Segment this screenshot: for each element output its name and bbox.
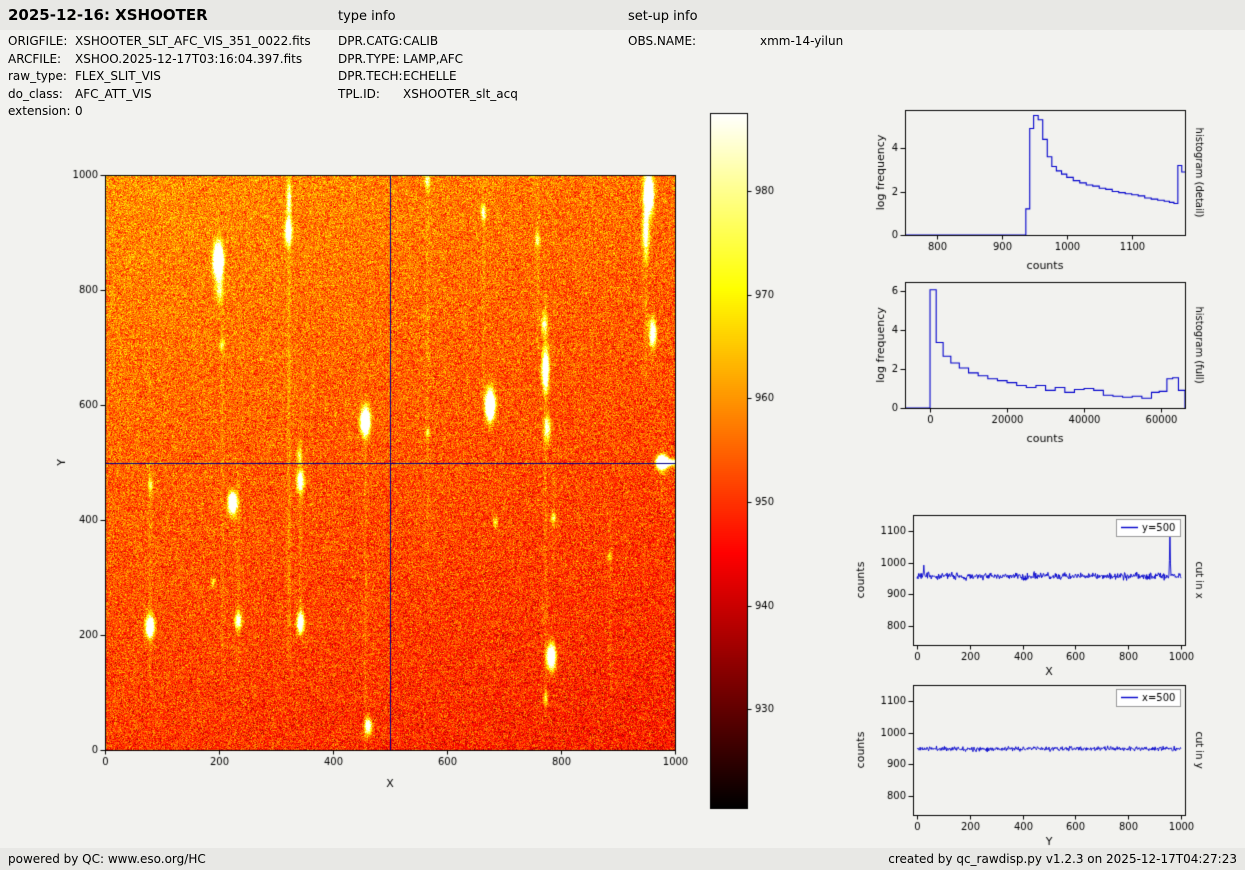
meta-row-obsname: OBS.NAME:xmm-14-yilun [628,33,843,51]
meta-label: DPR.TYPE: [338,51,403,69]
page-title: 2025-12-16: XSHOOTER [8,6,208,24]
meta-value: XSHOOTER_slt_acq [403,87,518,101]
setup-info-heading: set-up info [628,9,698,24]
meta-label: raw_type: [8,68,75,86]
colorbar [700,105,810,820]
meta-value: AFC_ATT_VIS [75,87,152,101]
footer-bar: powered by QC: www.eso.org/HC created by… [0,848,1245,870]
meta-value: 0 [75,104,83,118]
meta-value: XSHOO.2025-12-17T03:16:04.397.fits [75,52,302,66]
meta-value: xmm-14-yilun [760,34,843,48]
histogram-full-plot [845,265,1245,450]
meta-row-arcfile: ARCFILE:XSHOO.2025-12-17T03:16:04.397.fi… [8,51,311,69]
meta-label: ARCFILE: [8,51,75,69]
meta-value: LAMP,AFC [403,52,463,66]
meta-label: extension: [8,103,75,121]
meta-row-dprcatg: DPR.CATG:CALIB [338,33,518,51]
qc-report-page: 2025-12-16: XSHOOTER type info set-up in… [0,0,1245,870]
meta-label: TPL.ID: [338,86,403,104]
meta-label: do_class: [8,86,75,104]
meta-label: DPR.CATG: [338,33,403,51]
header-bar: 2025-12-16: XSHOOTER type info set-up in… [0,0,1245,30]
meta-row-doclass: do_class:AFC_ATT_VIS [8,86,311,104]
meta-label: ORIGFILE: [8,33,75,51]
cut-in-x-plot [845,495,1245,685]
raw-image-plot [45,150,705,800]
meta-row-extension: extension:0 [8,103,311,121]
meta-value: ECHELLE [403,69,457,83]
histogram-detail-plot [845,95,1245,275]
type-info-block: DPR.CATG:CALIB DPR.TYPE:LAMP,AFC DPR.TEC… [338,33,518,103]
file-info-block: ORIGFILE:XSHOOTER_SLT_AFC_VIS_351_0022.f… [8,33,311,121]
meta-row-rawtype: raw_type:FLEX_SLIT_VIS [8,68,311,86]
meta-value: FLEX_SLIT_VIS [75,69,161,83]
meta-row-tplid: TPL.ID:XSHOOTER_slt_acq [338,86,518,104]
meta-value: CALIB [403,34,438,48]
setup-info-block: OBS.NAME:xmm-14-yilun [628,33,843,51]
meta-row-dprtype: DPR.TYPE:LAMP,AFC [338,51,518,69]
footer-right-text: created by qc_rawdisp.py v1.2.3 on 2025-… [888,852,1237,866]
meta-row-origfile: ORIGFILE:XSHOOTER_SLT_AFC_VIS_351_0022.f… [8,33,311,51]
cut-in-y-plot [845,665,1245,850]
meta-label: DPR.TECH: [338,68,403,86]
meta-label: OBS.NAME: [628,33,760,51]
meta-row-dprtech: DPR.TECH:ECHELLE [338,68,518,86]
meta-value: XSHOOTER_SLT_AFC_VIS_351_0022.fits [75,34,311,48]
type-info-heading: type info [338,9,396,24]
footer-left-text: powered by QC: www.eso.org/HC [8,852,206,866]
